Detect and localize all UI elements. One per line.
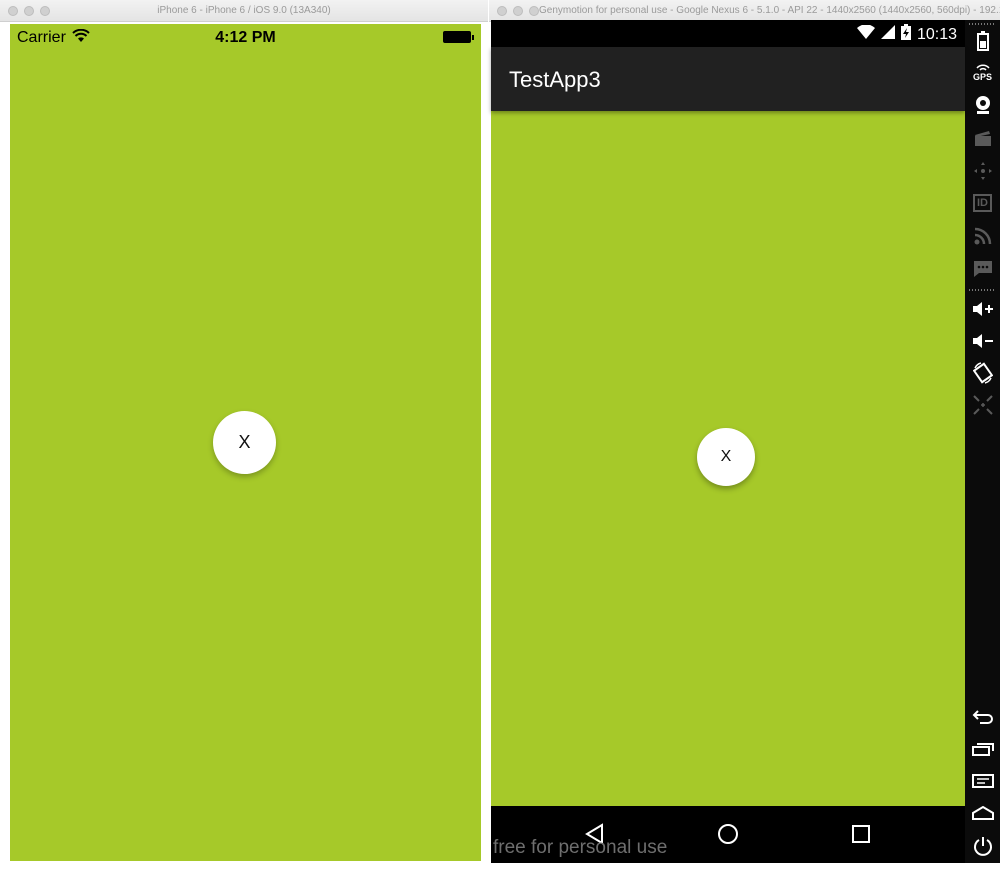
x-button[interactable]: X xyxy=(213,411,276,474)
volume-up-icon[interactable] xyxy=(970,296,995,321)
status-icons: 10:13 xyxy=(856,24,957,45)
minimize-window-button[interactable] xyxy=(513,6,523,16)
android-nav-bar: free for personal use xyxy=(491,806,965,863)
ios-status-bar: Carrier 4:12 PM xyxy=(10,24,481,52)
sidebar-separator xyxy=(969,289,996,291)
sms-icon[interactable] xyxy=(970,256,995,281)
capture-icon[interactable] xyxy=(970,126,995,151)
ios-window-titlebar[interactable]: iPhone 6 - iPhone 6 / iOS 9.0 (13A340) xyxy=(0,0,488,22)
android-screen: 10:13 TestApp3 X free for personal use xyxy=(491,20,965,863)
menu-icon[interactable] xyxy=(970,768,995,793)
battery-icon xyxy=(443,31,474,43)
power-icon[interactable] xyxy=(970,833,995,858)
id-icon[interactable]: ID xyxy=(970,190,995,215)
home-icon[interactable] xyxy=(970,800,995,825)
id-label: ID xyxy=(973,193,992,212)
app-content: X xyxy=(491,111,965,806)
recents-icon[interactable] xyxy=(970,736,995,761)
gps-label: GPS xyxy=(972,71,992,82)
charging-battery-icon xyxy=(900,24,911,45)
dpad-icon[interactable] xyxy=(970,158,995,183)
home-nav-icon[interactable] xyxy=(716,822,740,846)
rss-icon[interactable] xyxy=(970,223,995,248)
android-window-titlebar[interactable]: Genymotion for personal use - Google Nex… xyxy=(489,0,1000,22)
zoom-window-button[interactable] xyxy=(529,6,539,16)
close-window-button[interactable] xyxy=(497,6,507,16)
battery-icon[interactable] xyxy=(970,28,995,53)
back-icon[interactable] xyxy=(970,704,995,729)
ios-window-title: iPhone 6 - iPhone 6 / iOS 9.0 (13A340) xyxy=(157,5,331,16)
signal-icon xyxy=(880,25,895,44)
scale-icon[interactable] xyxy=(970,392,995,417)
ios-screen: Carrier 4:12 PM X xyxy=(10,24,481,861)
genymotion-window: Genymotion for personal use - Google Nex… xyxy=(489,0,1000,869)
rotate-icon[interactable] xyxy=(970,360,995,385)
gps-icon[interactable]: GPS xyxy=(970,60,995,85)
watermark-text: free for personal use xyxy=(493,837,668,858)
android-status-bar: 10:13 xyxy=(491,20,965,47)
volume-down-icon[interactable] xyxy=(970,328,995,353)
recents-nav-icon[interactable] xyxy=(849,822,873,846)
webcam-icon[interactable] xyxy=(970,92,995,117)
window-controls xyxy=(497,6,539,16)
wifi-icon xyxy=(856,24,875,44)
android-window-title: Genymotion for personal use - Google Nex… xyxy=(539,5,1000,16)
android-clock: 10:13 xyxy=(916,25,957,43)
x-button[interactable]: X xyxy=(697,428,755,486)
ios-simulator-window: iPhone 6 - iPhone 6 / iOS 9.0 (13A340) C… xyxy=(0,0,488,869)
sidebar-separator xyxy=(969,23,996,25)
ios-clock: 4:12 PM xyxy=(215,29,276,46)
toolbar-title: TestApp3 xyxy=(509,67,601,92)
app-toolbar: TestApp3 xyxy=(491,47,965,111)
genymotion-sidebar: GPS ID xyxy=(965,20,1000,863)
